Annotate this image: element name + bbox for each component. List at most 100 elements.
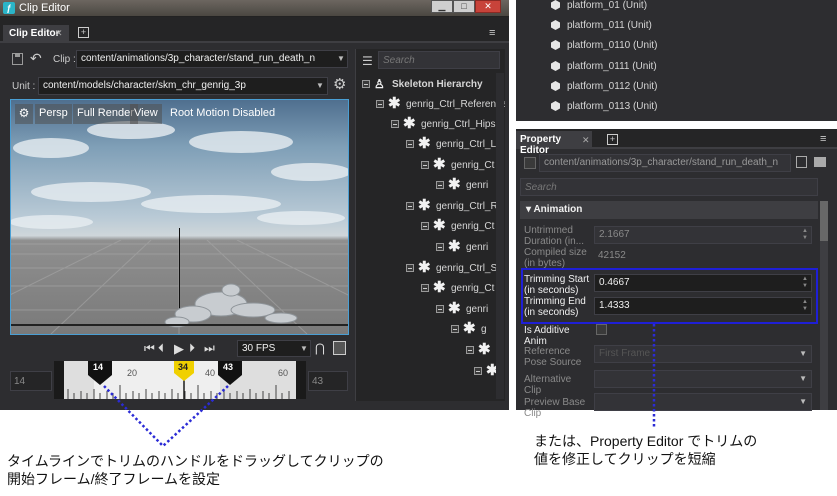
timeline-start-field[interactable]: 14	[10, 371, 52, 391]
is-additive-checkbox[interactable]	[596, 324, 607, 335]
collapse-icon[interactable]	[451, 325, 459, 333]
unit-label: Unit :	[12, 81, 36, 92]
add-tab-icon[interactable]: +	[607, 134, 618, 145]
menu-icon[interactable]: ≡	[489, 27, 495, 39]
close-window-button[interactable]: ✕	[475, 0, 501, 13]
property-scrollbar-thumb[interactable]	[820, 201, 828, 241]
minimize-button[interactable]: ▁	[431, 0, 453, 13]
prop-label-alternative-clip: Alternative Clip	[524, 374, 572, 396]
tab-close-icon[interactable]: ✕	[55, 28, 63, 39]
tree-item[interactable]: ✱	[474, 362, 499, 382]
collapse-icon[interactable]	[436, 243, 444, 251]
tab-close-icon[interactable]: ✕	[582, 135, 590, 146]
window-title: Clip Editor	[19, 2, 70, 14]
timeline-scroll-right[interactable]	[296, 361, 306, 399]
collapse-icon[interactable]	[421, 161, 429, 169]
chevron-down-icon[interactable]: ▼	[316, 81, 324, 90]
tree-item[interactable]: ✱ genrig_Ctrl_R	[406, 197, 498, 217]
magnet-icon[interactable]: ⋂	[315, 341, 325, 355]
full-render-button[interactable]: Full Render	[73, 104, 138, 124]
persp-button[interactable]: Persp	[35, 104, 72, 124]
tree-item[interactable]: ✱ genri	[436, 176, 496, 196]
film-icon[interactable]	[333, 341, 346, 355]
skip-to-start-icon[interactable]: ⏮	[144, 341, 155, 356]
skip-to-end-icon[interactable]: ⏭	[204, 341, 215, 356]
step-forward-icon[interactable]: ⏵	[189, 341, 195, 356]
reference-pose-select[interactable]: First Frame ▼	[594, 345, 812, 363]
save-icon[interactable]	[12, 53, 23, 65]
play-icon[interactable]: ▶	[174, 341, 184, 357]
unit-icon	[551, 20, 560, 30]
unit-path-field[interactable]: content/models/character/skm_chr_genrig_…	[38, 77, 328, 95]
collapse-icon[interactable]	[376, 100, 384, 108]
timeline[interactable]: 20 40 60 14 34 43	[54, 361, 306, 399]
viewport-gear-icon[interactable]: ⚙	[15, 104, 33, 124]
clip-editor-titlebar[interactable]: ƒ Clip Editor ▁ □ ✕	[0, 0, 509, 17]
collapse-icon[interactable]	[362, 80, 370, 88]
step-back-icon[interactable]: ⏴	[158, 341, 164, 356]
chevron-down-icon[interactable]: ▼	[337, 54, 345, 63]
animation-section-header[interactable]: ▾ Animation	[520, 201, 818, 219]
collapse-icon[interactable]	[474, 367, 482, 375]
chevron-down-icon[interactable]: ▼	[300, 344, 308, 353]
collapse-icon[interactable]	[406, 140, 414, 148]
collapse-icon[interactable]	[466, 346, 474, 354]
trim-fields-highlight	[521, 268, 818, 324]
tree-item[interactable]: ✱ genrig_Ct	[421, 156, 496, 176]
tree-item[interactable]: ✱ genrig_Ctrl_Hips	[391, 115, 496, 135]
skeleton-panel: ☰ Search ♙ Skeleton Hierarchy ✱ genrig_C…	[355, 49, 505, 401]
prop-label-compiled: Compiled size (in bytes)	[524, 247, 587, 269]
chevron-down-icon[interactable]: ▼	[799, 374, 807, 383]
tree-item[interactable]: ✱ genrig_Ctrl_Sp	[406, 259, 503, 279]
tree-item[interactable]: ✱ genrig_Ctrl_Le	[406, 135, 502, 155]
chevron-down-icon[interactable]: ▼	[799, 397, 807, 406]
collapse-icon[interactable]	[421, 222, 429, 230]
tree-item[interactable]: ✱ genri	[436, 238, 496, 258]
tree-item-root[interactable]: ♙ Skeleton Hierarchy	[362, 75, 496, 95]
tick-label: 60	[278, 368, 289, 378]
tree-item[interactable]: ✱ genrig_Ct	[421, 279, 496, 299]
maximize-button[interactable]: □	[453, 0, 475, 13]
bone-icon: ✱	[433, 217, 446, 234]
tab-property-editor[interactable]: Property Editor	[516, 131, 592, 156]
skeleton-tree: ♙ Skeleton Hierarchy ✱ genrig_Ctrl_Refer…	[356, 73, 505, 399]
view-button[interactable]: View	[130, 104, 162, 124]
collapse-icon[interactable]	[406, 264, 414, 272]
menu-icon[interactable]: ≡	[820, 133, 826, 145]
skeleton-search-input[interactable]: Search	[378, 51, 500, 69]
skeleton-scrollbar[interactable]	[496, 73, 504, 399]
collapse-icon[interactable]	[421, 284, 429, 292]
bone-icon: ✱	[388, 95, 401, 112]
tree-item[interactable]: ✱ genrig_Ctrl_Reference	[376, 95, 505, 115]
collapse-icon[interactable]	[436, 305, 444, 313]
tree-item[interactable]: ✱	[466, 341, 496, 361]
timeline-end-field[interactable]: 43	[308, 371, 348, 391]
playhead-label: 34	[178, 362, 189, 372]
tree-item[interactable]: ✱ genri	[436, 300, 496, 320]
bone-icon: ✱	[448, 176, 461, 193]
app-logo-icon: ƒ	[3, 2, 15, 14]
collapse-icon[interactable]	[391, 120, 399, 128]
alternative-clip-select[interactable]: ▼	[594, 370, 812, 388]
collapse-icon[interactable]	[436, 181, 444, 189]
caption-right-line1: または、Property Editor でトリムの	[534, 433, 758, 449]
undo-icon[interactable]: ↶	[30, 50, 42, 67]
tree-item[interactable]: ✱ g	[451, 320, 496, 340]
property-path-field[interactable]: content/animations/3p_character/stand_ru…	[539, 154, 791, 172]
caption-left-line2: 開始フレーム/終了フレームを設定	[7, 471, 221, 487]
viewport[interactable]: ⚙ Persp Full Render View Root Motion Dis…	[10, 99, 349, 335]
timeline-scroll-left[interactable]	[54, 361, 64, 399]
add-tab-icon[interactable]: +	[78, 27, 89, 38]
preview-base-clip-select[interactable]: ▼	[594, 393, 812, 411]
bone-icon: ✱	[448, 300, 461, 317]
save-icon[interactable]	[796, 156, 807, 168]
property-search-input[interactable]: Search	[520, 178, 818, 196]
chevron-down-icon[interactable]: ▼	[799, 349, 807, 358]
folder-icon[interactable]	[814, 157, 826, 167]
list-icon[interactable]: ☰	[362, 54, 373, 68]
clip-path-field[interactable]: content/animations/3p_character/stand_ru…	[76, 50, 348, 68]
trim-end-label: 43	[223, 362, 234, 372]
gear-icon[interactable]: ⚙	[333, 75, 346, 93]
tree-item[interactable]: ✱ genrig_Ct	[421, 217, 496, 237]
collapse-icon[interactable]	[406, 202, 414, 210]
